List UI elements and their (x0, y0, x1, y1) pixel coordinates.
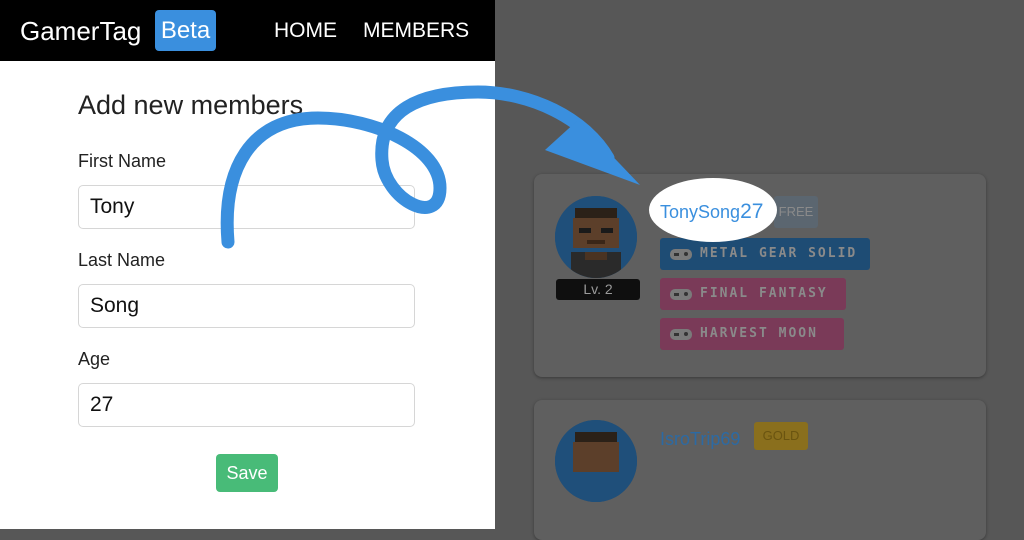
member-name: TonySong (660, 202, 741, 222)
form-title: Add new members (78, 90, 304, 120)
game-tag[interactable]: HARVEST MOON (660, 318, 844, 350)
game-tag-label: HARVEST MOON (700, 326, 818, 341)
gamepad-icon (670, 249, 692, 260)
first-name-input[interactable]: Tony (78, 185, 415, 229)
game-tag-label: METAL GEAR SOLID (700, 246, 858, 261)
first-name-label: First Name (78, 151, 167, 171)
game-tag[interactable]: FINAL FANTASY (660, 278, 846, 310)
gamepad-icon (670, 289, 692, 300)
pixel-avatar-icon (555, 420, 637, 502)
pixel-avatar-icon (555, 196, 637, 278)
age-input[interactable]: 27 (78, 383, 415, 427)
game-tag-label: FINAL FANTASY (700, 286, 828, 301)
last-name-input[interactable]: Song (78, 284, 415, 328)
brand-logo[interactable]: GamerTag (20, 14, 141, 48)
age-label: Age (78, 349, 111, 369)
add-member-panel: GamerTag Beta HOME MEMBERS Add new membe… (0, 0, 495, 529)
beta-badge: Beta (155, 10, 216, 51)
member-card: IsroTrip69 GOLD (534, 400, 986, 540)
save-button[interactable]: Save (216, 454, 278, 492)
navbar: GamerTag Beta HOME MEMBERS (0, 0, 495, 61)
nav-home-link[interactable]: HOME (274, 18, 337, 44)
member-username[interactable]: IsroTrip69 (660, 428, 740, 450)
gamepad-icon (670, 329, 692, 340)
level-pill: Lv. 2 (556, 279, 640, 300)
avatar (555, 196, 637, 278)
member-age: 27 (740, 200, 764, 223)
game-tag[interactable]: METAL GEAR SOLID (660, 238, 870, 270)
last-name-label: Last Name (78, 250, 166, 270)
nav-members-link[interactable]: MEMBERS (363, 18, 469, 44)
member-username[interactable]: TonySong27 (660, 201, 763, 223)
avatar (555, 420, 637, 502)
plan-badge: FREE (774, 196, 818, 228)
plan-badge: GOLD (754, 422, 808, 450)
